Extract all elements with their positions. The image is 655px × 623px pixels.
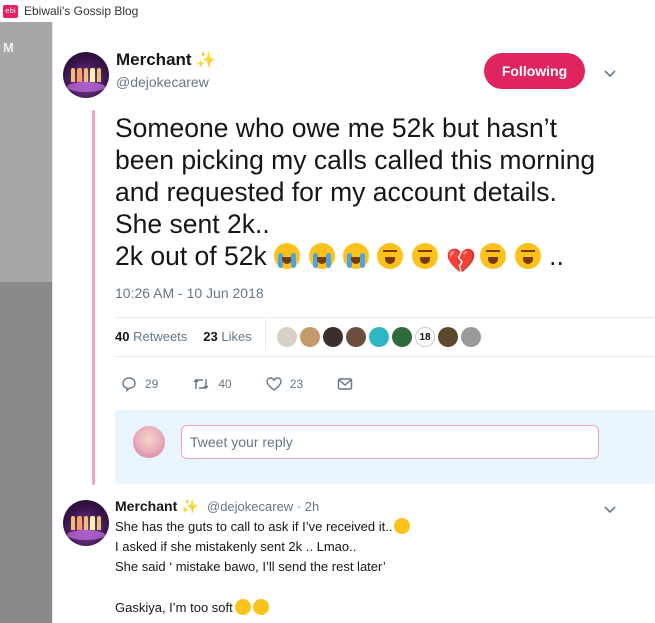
liker-avatar[interactable] xyxy=(346,327,366,347)
expressionless-face-icon xyxy=(394,518,411,534)
envelope-icon xyxy=(337,378,353,390)
sparkles-emoji: ✨ xyxy=(196,52,217,69)
weary-face-icon xyxy=(377,243,404,269)
relieved-face-icon xyxy=(234,599,251,615)
retweets-stat[interactable]: 40 Retweets xyxy=(115,329,187,344)
tweet-line: Someone who owe me 52k but hasn’t xyxy=(115,113,557,143)
weary-face-icon xyxy=(411,243,438,269)
liker-avatar[interactable] xyxy=(277,327,297,347)
crying-face-icon xyxy=(252,599,269,615)
thread-line xyxy=(92,110,95,485)
author-avatar[interactable] xyxy=(63,52,109,98)
liker-avatars: 18 xyxy=(277,327,481,347)
message-button[interactable] xyxy=(337,377,353,391)
site-favicon: ebi xyxy=(3,4,18,18)
heart-icon xyxy=(266,377,282,391)
tweet-line-emoji: 2k out of 52k 💔 .. xyxy=(115,241,564,275)
following-button[interactable]: Following xyxy=(484,53,585,89)
tweet-card: Merchant ✨ @dejokecarew Following Someon… xyxy=(52,22,655,623)
crying-face-icon xyxy=(308,243,335,269)
tweet-timestamp[interactable]: 10:26 AM - 10 Jun 2018 xyxy=(115,285,264,301)
tired-face-icon xyxy=(480,243,507,269)
author-name[interactable]: Merchant ✨ xyxy=(116,50,216,70)
liker-avatar[interactable] xyxy=(392,327,412,347)
reply-handle-time[interactable]: @dejokecarew · 2h xyxy=(207,499,319,514)
reply-line: She has the guts to call to ask if I’ve … xyxy=(115,517,635,537)
tweet-text: Someone who owe me 52k but hasn’t been p… xyxy=(115,112,635,274)
tweet-line: been picking my calls called this mornin… xyxy=(115,145,596,175)
author-handle[interactable]: @dejokecarew xyxy=(116,74,209,90)
divider xyxy=(115,317,655,318)
crying-face-icon xyxy=(342,243,369,269)
liker-avatar[interactable] xyxy=(369,327,389,347)
window-title: Ebiwali's Gossip Blog xyxy=(24,4,139,18)
background-page: M xyxy=(0,22,52,623)
background-letter: M xyxy=(3,40,14,55)
reply-author-name[interactable]: Merchant ✨ xyxy=(115,498,199,515)
liker-avatar[interactable] xyxy=(323,327,343,347)
reply-line: I asked if she mistakenly sent 2k .. Lma… xyxy=(115,539,357,554)
divider xyxy=(265,319,266,351)
tired-face-icon xyxy=(514,243,541,269)
likes-stat[interactable]: 23 Likes xyxy=(203,329,251,344)
sparkles-emoji: ✨ xyxy=(181,498,199,514)
reply-icon xyxy=(122,377,136,392)
reply-button[interactable]: 29 xyxy=(121,376,158,392)
current-user-avatar[interactable] xyxy=(133,426,165,458)
crying-face-icon xyxy=(274,243,301,269)
chevron-down-icon[interactable] xyxy=(603,66,617,80)
retweet-button[interactable]: 40 xyxy=(192,376,232,392)
reply-line: She said ‘ mistake bawo, I’ll send the r… xyxy=(115,559,386,574)
background-panel xyxy=(0,22,52,282)
retweet-icon xyxy=(193,379,209,389)
reply-line: Gaskiya, I’m too soft xyxy=(115,598,635,618)
liker-avatar[interactable] xyxy=(300,327,320,347)
liker-avatar[interactable] xyxy=(461,327,481,347)
chevron-down-icon[interactable] xyxy=(603,502,617,516)
divider xyxy=(115,356,655,357)
tweet-stats: 40 Retweets 23 Likes xyxy=(115,329,252,344)
reply-author-avatar[interactable] xyxy=(63,500,109,546)
liker-avatar[interactable] xyxy=(438,327,458,347)
reply-composer: Tweet your reply xyxy=(115,410,655,484)
liker-avatar[interactable]: 18 xyxy=(415,327,435,347)
tweet-line: and requested for my account details. xyxy=(115,177,557,207)
tweet-line: She sent 2k.. xyxy=(115,209,270,239)
window-titlebar: ebi Ebiwali's Gossip Blog xyxy=(0,0,655,23)
broken-heart-icon: 💔 xyxy=(446,248,476,275)
tweet-actions: 29 40 23 xyxy=(121,376,387,392)
reply-input[interactable]: Tweet your reply xyxy=(181,425,599,459)
like-button[interactable]: 23 xyxy=(266,376,303,392)
